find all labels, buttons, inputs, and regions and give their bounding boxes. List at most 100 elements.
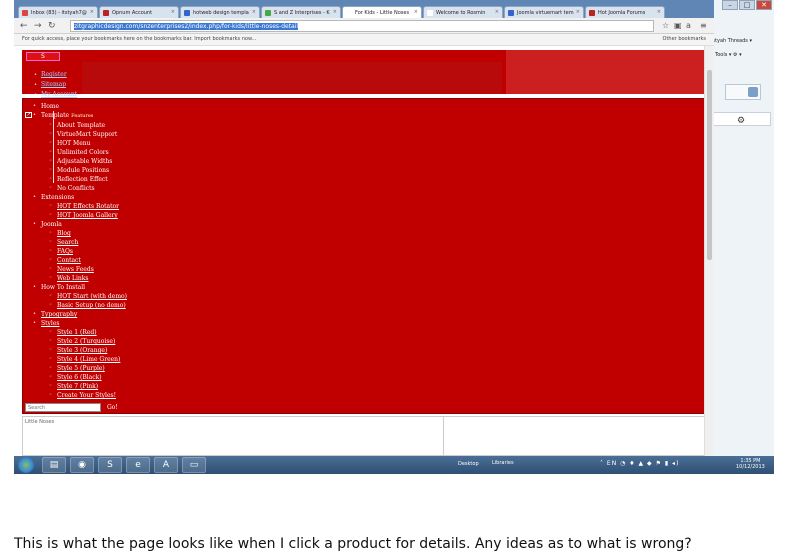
question-caption: This is what the page looks like when I … [14, 536, 692, 552]
tab-label: Welcome to Rosmin [436, 10, 486, 16]
menu-item[interactable]: No Conflicts [33, 184, 127, 193]
browser-tab[interactable]: Opnum Account × [99, 6, 179, 18]
menu-item[interactable]: Style 2 (Turquoise) [33, 337, 127, 346]
chrome-icon[interactable]: ◉ [70, 457, 94, 473]
bg-window-user-menu[interactable]: Itstyah Threads ▾ [709, 38, 752, 44]
menu-item[interactable]: Web Links [33, 274, 127, 283]
browser-tab[interactable]: hotweb design templa × [180, 6, 260, 18]
back-icon[interactable]: ← [20, 21, 28, 31]
scrollbar-thumb[interactable] [707, 70, 712, 260]
browser-tab[interactable]: Hot Joomla Forums × [585, 6, 665, 18]
header-band-right [506, 50, 704, 94]
browser-tab[interactable]: S and Z Interprises - K × [261, 6, 341, 18]
menu-item-label: Style 5 (Purple) [57, 365, 105, 372]
extension-icon[interactable]: ▣ [674, 21, 682, 30]
user-icon [748, 87, 758, 97]
skype-icon[interactable]: S [98, 457, 122, 473]
menu-item[interactable]: Extensions [33, 193, 127, 202]
menu-item[interactable]: Reflection Effect [33, 175, 127, 184]
tab-close-icon[interactable]: × [657, 9, 661, 15]
url-text: zitgraphicdesign.com/snzenterprises2/ind… [74, 23, 299, 30]
expand-icon[interactable]: ↗ [25, 112, 32, 118]
tab-close-icon[interactable]: × [252, 9, 256, 15]
bg-window-dropdown[interactable] [725, 84, 761, 100]
menu-tooltip: Features [71, 113, 94, 119]
forward-icon[interactable]: → [34, 21, 42, 31]
menu-item[interactable]: Style 5 (Purple) [33, 364, 127, 373]
menu-item[interactable]: Style 3 (Orange) [33, 346, 127, 355]
address-bar[interactable]: zitgraphicdesign.com/snzenterprises2/ind… [70, 20, 654, 32]
gear-icon[interactable]: ⚙ [737, 116, 745, 126]
menu-icon[interactable]: ≡ [700, 21, 707, 30]
menu-item[interactable]: HOT Effects Rotator [33, 202, 127, 211]
libraries-toolbar-label[interactable]: Libraries [492, 460, 514, 466]
system-tray[interactable]: ˄ EN ◔ ♦ ▲ ◆ ⚑ ▮ ◂) [600, 460, 679, 467]
menu-item-label: News Feeds [57, 266, 94, 273]
minimize-icon[interactable]: – [722, 0, 738, 10]
start-button[interactable] [18, 457, 34, 473]
menu-item[interactable]: Style 6 (Black) [33, 373, 127, 382]
folder-icon[interactable]: ▭ [182, 457, 206, 473]
menu-item[interactable]: Style 1 (Red) [33, 328, 127, 337]
tab-close-icon[interactable]: × [90, 9, 94, 15]
star-icon[interactable]: ☆ [662, 21, 669, 30]
background-window[interactable]: – □ ✕ Itstyah Threads ▾ Tools ▾ ⚙ ▾ ⚙ [704, 0, 774, 456]
menu-item-label: Styles [41, 320, 60, 327]
top-menu-link[interactable]: My Account [41, 91, 77, 98]
reload-icon[interactable]: ↻ [48, 21, 56, 31]
amazon-icon[interactable]: a [686, 21, 691, 30]
internet-explorer-icon[interactable]: e [126, 457, 150, 473]
search-input[interactable] [25, 403, 101, 412]
top-menu-link[interactable]: Sitemap [41, 81, 66, 88]
menu-item[interactable]: Home [33, 102, 127, 111]
menu-item[interactable]: News Feeds [33, 265, 127, 274]
menu-item[interactable]: Adjustable Widths [33, 157, 127, 166]
menu-item[interactable]: Unlimited Colors [33, 148, 127, 157]
tab-close-icon[interactable]: × [576, 9, 580, 15]
menu-item[interactable]: Contact [33, 256, 127, 265]
explorer-icon[interactable]: ▤ [42, 457, 66, 473]
acrobat-icon[interactable]: A [154, 457, 178, 473]
browser-tab[interactable]: Joomla virtuemart tem × [504, 6, 584, 18]
clock-date: 10/12/2013 [736, 464, 765, 470]
menu-item[interactable]: Style 4 (Lime Green) [33, 355, 127, 364]
menu-item[interactable]: About Template [33, 121, 127, 130]
tab-close-icon[interactable]: × [333, 9, 337, 15]
menu-item[interactable]: Joomla [33, 220, 127, 229]
logo-text: S [41, 53, 45, 60]
menu-item-label: Joomla [41, 221, 62, 228]
top-menu-link[interactable]: Register [41, 71, 67, 78]
search-go-button[interactable]: Go! [107, 404, 118, 411]
menu-item[interactable]: Module Positions [33, 166, 127, 175]
desktop-toolbar-label[interactable]: Desktop [458, 461, 479, 467]
menu-item[interactable]: VirtueMart Support [33, 130, 127, 139]
breadcrumb[interactable]: Little Noses [25, 419, 54, 425]
menu-item[interactable]: Create Your Styles! [33, 391, 127, 400]
menu-item[interactable]: Styles [33, 319, 127, 328]
browser-tab[interactable]: Inbox (83) - itstyah7@ × [18, 6, 98, 18]
site-logo[interactable]: S [26, 52, 60, 61]
menu-item[interactable]: HOT Menu [33, 139, 127, 148]
vertical-scrollbar[interactable] [704, 46, 714, 456]
menu-item[interactable]: Basic Setup (no demo) [33, 301, 127, 310]
browser-tab[interactable]: For Kids - Little Noses × [342, 6, 422, 18]
bookmarks-hint[interactable]: For quick access, place your bookmarks h… [22, 36, 256, 42]
other-bookmarks[interactable]: Other bookmarks [663, 36, 706, 42]
menu-item[interactable]: How To Install [33, 283, 127, 292]
menu-item[interactable]: Blog [33, 229, 127, 238]
menu-item[interactable]: ↗ TemplateFeatures [25, 111, 127, 121]
menu-item[interactable]: FAQs [33, 247, 127, 256]
bg-window-tools-menu[interactable]: Tools ▾ ⚙ ▾ [715, 52, 742, 58]
tab-close-icon[interactable]: × [171, 9, 175, 15]
tab-close-icon[interactable]: × [414, 9, 418, 15]
menu-item[interactable]: Search [33, 238, 127, 247]
menu-item[interactable]: Style 7 (Pink) [33, 382, 127, 391]
tab-close-icon[interactable]: × [495, 9, 499, 15]
maximize-icon[interactable]: □ [739, 0, 755, 10]
close-icon[interactable]: ✕ [756, 0, 772, 10]
clock[interactable]: 1:35 PM 10/12/2013 [736, 458, 765, 470]
menu-item[interactable]: HOT Joomla Gallery [33, 211, 127, 220]
browser-tab[interactable]: Welcome to Rosmin × [423, 6, 503, 18]
menu-item[interactable]: Typography [33, 310, 127, 319]
menu-item[interactable]: HOT Start (with demo) [33, 292, 127, 301]
